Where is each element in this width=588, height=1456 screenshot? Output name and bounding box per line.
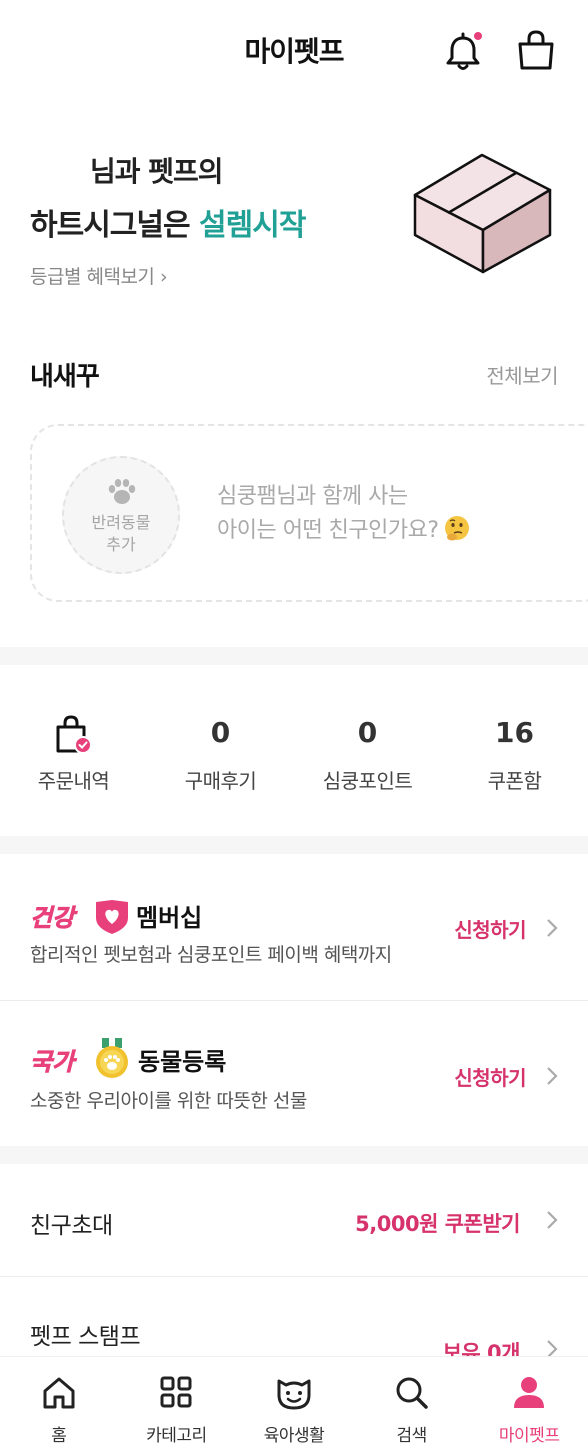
membership-badge: 건강: [30, 904, 78, 932]
greeting-line-2: 하트시그널은 설렘시작: [30, 200, 390, 244]
membership-promo[interactable]: 건강 멤버십 합리적인 펫보험과 심쿵포인트 페이백 혜택까지 신청하기: [0, 856, 588, 996]
chevron-right-icon: [547, 919, 558, 937]
stat-orders[interactable]: 주문내역: [0, 713, 147, 794]
stat-points-value: 0: [357, 716, 378, 749]
registration-title: 국가 동물등록: [30, 1036, 250, 1078]
pet-face-icon: [277, 1379, 311, 1410]
home-icon: [43, 1377, 75, 1409]
stat-points-label: 심쿵포인트: [322, 769, 413, 793]
tab-search[interactable]: 검색: [353, 1357, 471, 1456]
tab-home[interactable]: 홈: [0, 1357, 118, 1456]
chevron-right-icon: [547, 1067, 558, 1085]
bottom-tab-bar: 홈 카테고리 육아생활 검색 마이펫프: [0, 1356, 588, 1456]
stat-reviews-value: 0: [210, 716, 231, 749]
registration-badge: 국가: [30, 1048, 77, 1076]
membership-apply-button[interactable]: 신청하기: [454, 914, 526, 943]
invite-friend-label: 친구초대: [30, 1213, 113, 1239]
thinking-face-icon: [444, 516, 469, 541]
row-divider: [0, 1000, 588, 1001]
pet-prompt-line-1: 심쿵팸님과 함께 사는: [217, 484, 408, 509]
stat-reviews[interactable]: 0 구매후기: [147, 713, 294, 794]
search-icon: [396, 1377, 428, 1409]
grade-benefits-link[interactable]: 등급별 혜택보기 ›: [30, 262, 168, 289]
stat-coupons[interactable]: 16 쿠폰함: [441, 713, 588, 794]
tab-category[interactable]: 카테고리: [118, 1357, 236, 1456]
pet-prompt-line-2-wrap: 아이는 어떤 친구인가요?: [217, 514, 471, 548]
stat-coupons-label: 쿠폰함: [487, 769, 542, 793]
box-illustration: [413, 153, 552, 274]
see-all-link[interactable]: 전체보기: [486, 360, 558, 389]
top-header: 마이펫프: [0, 0, 588, 100]
invite-friend-row[interactable]: 친구초대 5,000원 쿠폰받기: [0, 1166, 588, 1276]
person-icon: [514, 1377, 545, 1408]
pet-card[interactable]: 반려동물 추가 심쿵팸님과 함께 사는 아이는 어떤 친구인가요?: [30, 424, 588, 602]
stat-points[interactable]: 0 심쿵포인트: [294, 713, 441, 794]
stat-orders-icon-wrap: [0, 713, 147, 754]
tab-parenting-label: 육아생활: [263, 1426, 325, 1446]
stat-coupons-value: 16: [495, 716, 534, 749]
paw-icon: [108, 479, 136, 504]
section-divider: [0, 1146, 588, 1164]
invite-coupon-cta[interactable]: 5,000원 쿠폰받기: [355, 1208, 520, 1238]
pet-prompt-line-2: 아이는 어떤 친구인가요?: [217, 518, 439, 543]
greeting-banner: 님과 펫프의 하트시그널은 설렘시작: [30, 150, 390, 244]
stat-orders-label: 주문내역: [37, 769, 110, 793]
tab-home-label: 홈: [51, 1426, 67, 1446]
shopping-bag-icon[interactable]: [514, 28, 558, 72]
registration-promo[interactable]: 국가 동물등록 소중한 우리아이를 위한 따뜻한 선물 신청하기: [0, 1002, 588, 1142]
tab-my-page-label: 마이펫프: [498, 1426, 560, 1446]
greeting-line-1: 님과 펫프의: [90, 155, 224, 188]
add-pet-button[interactable]: 반려동물 추가: [62, 456, 180, 574]
page-title: 마이펫프: [244, 35, 344, 68]
tab-search-label: 검색: [396, 1426, 427, 1446]
membership-logo: 건강 멤버십: [30, 900, 202, 934]
grade-name: 설렘시작: [199, 208, 306, 243]
registration-logo: 국가 동물등록: [30, 1038, 226, 1078]
account-stats: 주문내역 0 구매후기 0 심쿵포인트 16 쿠폰함: [0, 683, 588, 833]
add-pet-label: 반려동물 추가: [91, 513, 151, 554]
tab-parenting[interactable]: 육아생활: [235, 1357, 353, 1456]
tab-category-label: 카테고리: [146, 1426, 207, 1446]
stamp-label: 펫프 스탬프: [30, 1324, 141, 1350]
notification-dot: [474, 32, 482, 40]
registration-apply-button[interactable]: 신청하기: [454, 1062, 526, 1091]
membership-title: 건강 멤버십: [30, 898, 230, 934]
stat-reviews-label: 구매후기: [184, 769, 257, 793]
order-bag-icon: [56, 715, 92, 754]
tab-my-page[interactable]: 마이펫프: [470, 1357, 588, 1456]
section-divider: [0, 647, 588, 665]
membership-description: 합리적인 펫보험과 심쿵포인트 페이백 혜택까지: [30, 944, 392, 966]
pets-section-title: 내새꾸: [30, 362, 100, 392]
chevron-right-icon: [547, 1211, 558, 1229]
registration-description: 소중한 우리아이를 위한 따뜻한 선물: [30, 1090, 307, 1112]
grid-icon: [160, 1376, 192, 1408]
section-divider: [0, 836, 588, 854]
registration-name: 동물등록: [138, 1048, 226, 1076]
pet-prompt: 심쿵팸님과 함께 사는 아이는 어떤 친구인가요?: [217, 480, 471, 548]
greeting-prefix: 하트시그널은: [30, 208, 200, 243]
membership-name: 멤버십: [136, 904, 202, 932]
